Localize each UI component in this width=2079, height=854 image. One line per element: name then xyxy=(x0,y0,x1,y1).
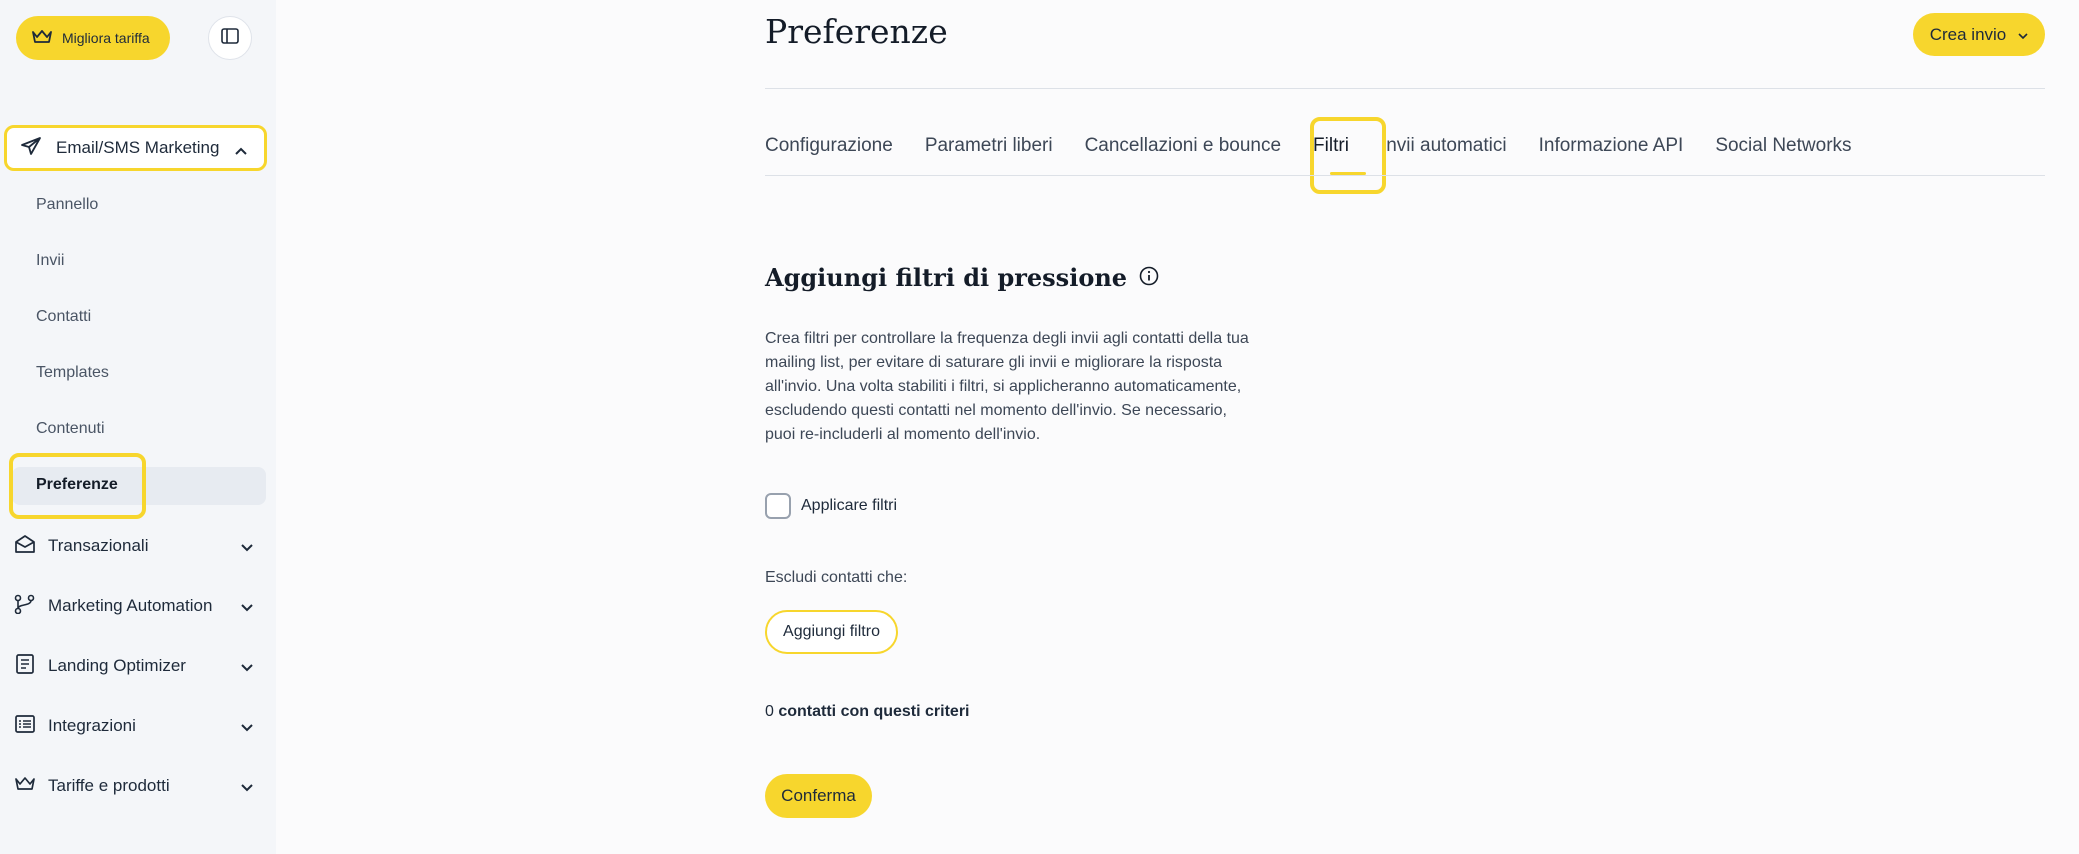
group-label: Marketing Automation xyxy=(48,596,213,615)
chevron-down-icon xyxy=(240,658,254,678)
paper-plane-icon xyxy=(20,136,42,161)
tab-invii-automatici[interactable]: Invii automatici xyxy=(1381,135,1507,157)
list-icon xyxy=(14,714,36,739)
tab-social-networks[interactable]: Social Networks xyxy=(1715,135,1851,157)
chevron-down-icon xyxy=(240,778,254,798)
sidebar-item-contenuti[interactable]: Contenuti xyxy=(36,420,105,438)
preferences-tabs: Configurazione Parametri liberi Cancella… xyxy=(765,135,1852,157)
description-line: Crea filtri per controllare la frequenza… xyxy=(765,330,1249,347)
section-label: Email/SMS Marketing xyxy=(56,138,220,157)
email-sms-marketing-section[interactable]: Email/SMS Marketing xyxy=(4,125,267,171)
description-line: puoi re-includerli al momento dell'invio… xyxy=(765,426,1041,443)
exclude-contacts-label: Escludi contatti che: xyxy=(765,569,908,586)
filters-description: Crea filtri per controllare la frequenza… xyxy=(765,327,1310,447)
envelope-open-icon xyxy=(14,534,36,559)
sidebar-item-contatti[interactable]: Contatti xyxy=(36,308,91,326)
chevron-down-icon xyxy=(240,718,254,738)
sidebar-item-invii[interactable]: Invii xyxy=(36,252,64,270)
description-line: mailing list, per evitare di saturare gl… xyxy=(765,354,1223,371)
apply-filters-checkbox[interactable] xyxy=(765,493,791,519)
tabs-divider xyxy=(765,175,2045,176)
sidebar-group-integrazioni[interactable]: Integrazioni xyxy=(14,711,254,741)
description-line: escludendo questi contatti nel momento d… xyxy=(765,402,1227,419)
upgrade-plan-label: Migliora tariffa xyxy=(62,30,150,46)
group-label: Landing Optimizer xyxy=(48,656,186,675)
sidebar-item-templates[interactable]: Templates xyxy=(36,364,109,382)
filters-title-text: Aggiungi filtri di pressione xyxy=(765,263,1128,292)
collapse-sidebar-button[interactable] xyxy=(208,16,252,60)
sidebar-item-pannello[interactable]: Pannello xyxy=(36,196,98,214)
crown-icon xyxy=(32,29,52,48)
header-divider xyxy=(765,88,2045,89)
chevron-up-icon xyxy=(234,141,248,161)
sidebar-group-landing-optimizer[interactable]: Landing Optimizer xyxy=(14,651,254,681)
sidebar-group-marketing-automation[interactable]: Marketing Automation xyxy=(14,591,254,621)
confirm-button[interactable]: Conferma xyxy=(765,774,872,818)
tab-informazione-api[interactable]: Informazione API xyxy=(1539,135,1684,157)
sidebar: Migliora tariffa Email/SMS Marketing Pan… xyxy=(0,0,276,854)
branch-icon xyxy=(14,594,36,619)
description-line: all'invio. Una volta stabiliti i filtri,… xyxy=(765,378,1242,395)
chevron-down-icon xyxy=(2018,25,2028,45)
create-send-button[interactable]: Crea invio xyxy=(1913,13,2045,56)
chevron-down-icon xyxy=(240,538,254,558)
apply-filters-row[interactable]: Applicare filtri xyxy=(765,493,897,519)
document-icon xyxy=(14,653,36,679)
contacts-count-value: 0 xyxy=(765,703,779,720)
active-tab-highlight xyxy=(1310,117,1386,194)
upgrade-plan-button[interactable]: Migliora tariffa xyxy=(16,16,170,60)
group-label: Transazionali xyxy=(48,536,149,555)
filters-section-title: Aggiungi filtri di pressione xyxy=(765,263,1159,292)
group-label: Tariffe e prodotti xyxy=(48,776,170,795)
sidebar-item-preferenze[interactable]: Preferenze xyxy=(36,476,118,494)
add-filter-button[interactable]: Aggiungi filtro xyxy=(765,610,898,654)
tab-parametri-liberi[interactable]: Parametri liberi xyxy=(925,135,1053,157)
tab-cancellazioni-e-bounce[interactable]: Cancellazioni e bounce xyxy=(1085,135,1281,157)
chevron-down-icon xyxy=(240,598,254,618)
apply-filters-label: Applicare filtri xyxy=(801,497,898,514)
sidebar-panel-icon xyxy=(221,27,239,49)
sidebar-group-transazionali[interactable]: Transazionali xyxy=(14,531,254,561)
sidebar-group-tariffe-e-prodotti[interactable]: Tariffe e prodotti xyxy=(14,771,254,801)
info-icon[interactable] xyxy=(1139,263,1159,292)
contacts-count-text: contatti con questi criteri xyxy=(778,703,970,720)
contacts-count: 0 contatti con questi criteri xyxy=(765,703,969,721)
group-label: Integrazioni xyxy=(48,716,136,735)
page-title: Preferenze xyxy=(765,12,948,51)
tab-configurazione[interactable]: Configurazione xyxy=(765,135,893,157)
create-send-label: Crea invio xyxy=(1929,24,2007,44)
crown-icon xyxy=(14,774,36,799)
